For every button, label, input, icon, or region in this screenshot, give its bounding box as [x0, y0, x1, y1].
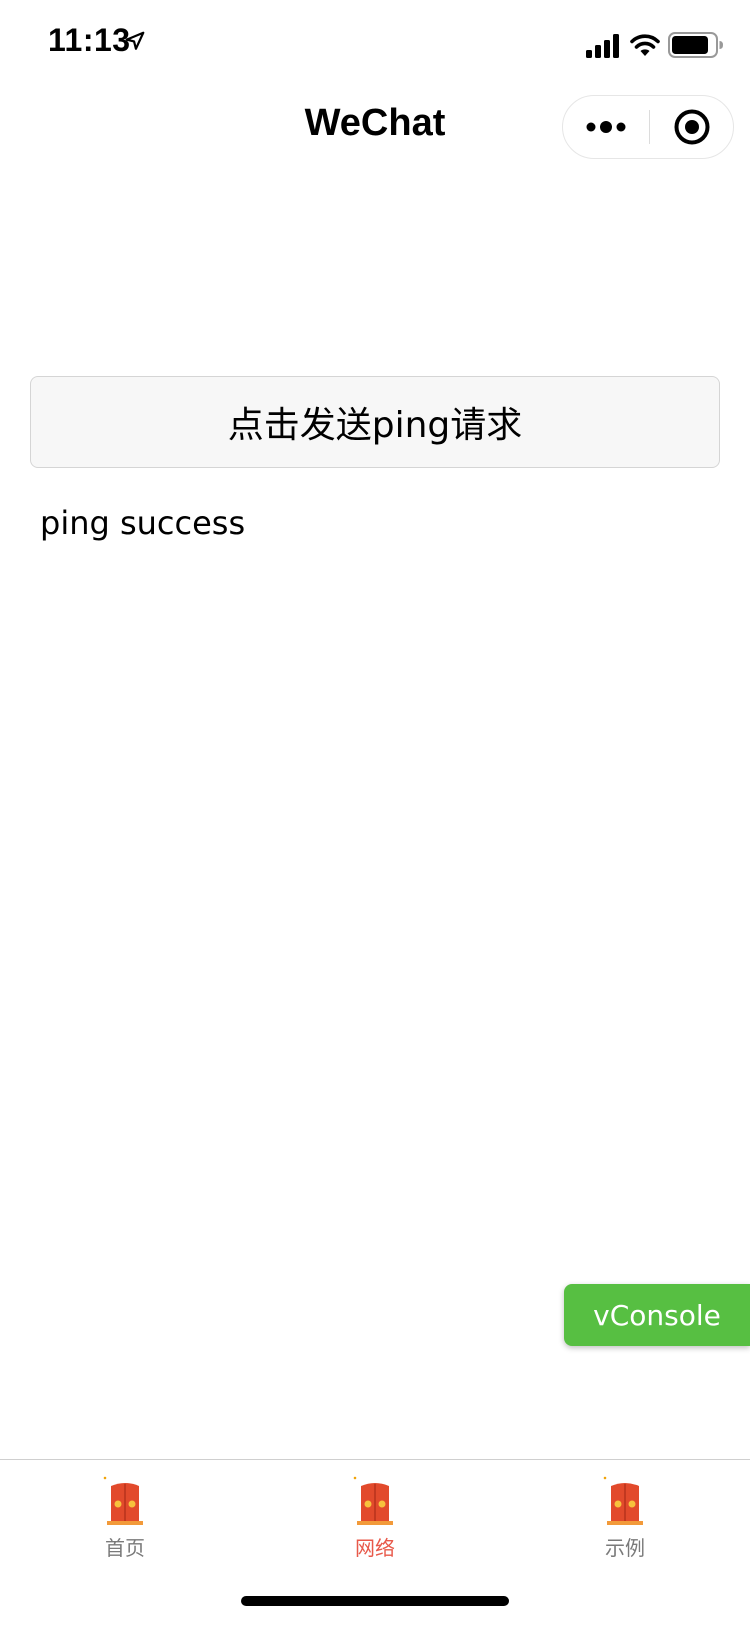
menu-capsule: [562, 95, 734, 159]
tab-label: 首页: [105, 1536, 145, 1560]
send-ping-button[interactable]: 点击发送ping请求: [30, 376, 720, 468]
ping-result-text: ping success: [40, 504, 246, 542]
wifi-icon: [630, 34, 660, 56]
tab-label: 示例: [605, 1536, 645, 1560]
status-bar: 11:13: [0, 0, 750, 88]
battery-icon: [668, 32, 723, 58]
location-arrow-icon: [125, 31, 145, 50]
home-indicator: [241, 1596, 509, 1606]
red-door-icon: [603, 1476, 643, 1525]
target-icon: [674, 109, 710, 145]
red-door-icon: [353, 1476, 393, 1525]
tab-label: 网络: [355, 1536, 395, 1560]
tab-examples[interactable]: 示例: [500, 1460, 750, 1570]
tab-network[interactable]: 网络: [250, 1460, 500, 1570]
close-miniprogram-button[interactable]: [650, 96, 734, 158]
vconsole-button[interactable]: vConsole: [564, 1284, 750, 1346]
more-button[interactable]: [563, 96, 649, 158]
tab-home[interactable]: 首页: [0, 1460, 250, 1570]
more-dots-icon: [586, 121, 626, 133]
red-door-icon: [103, 1476, 143, 1525]
cellular-signal-icon: [586, 34, 619, 58]
status-time: 11:13: [48, 22, 131, 58]
